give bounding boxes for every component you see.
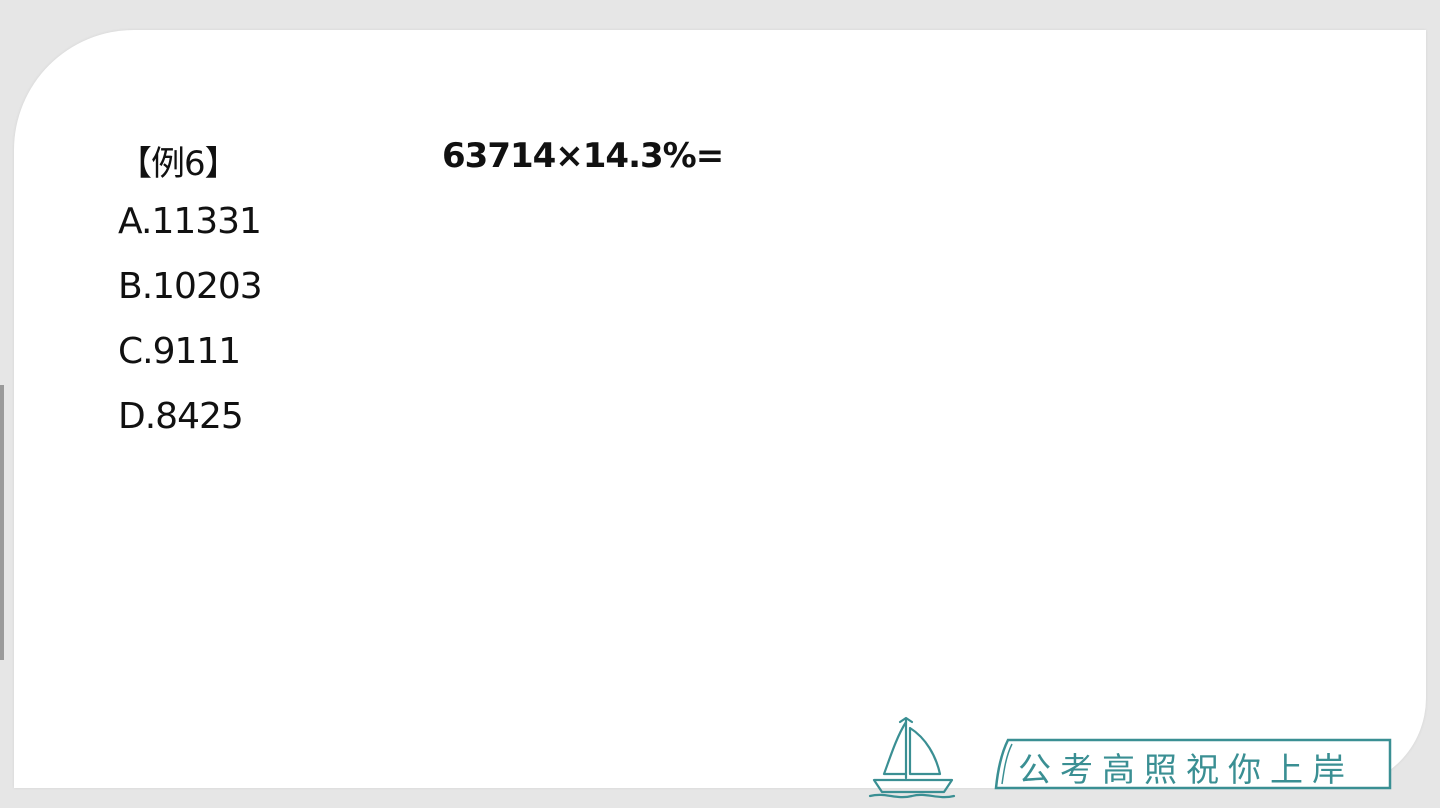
example-label: 【例6】 (118, 144, 239, 184)
video-frame: 【例6】 63714×14.3%= A.11331 B.10203 C.9111… (0, 0, 1440, 808)
question-equation: 63714×14.3%= (442, 136, 724, 176)
option-b: B.10203 (118, 266, 263, 307)
sailboat-icon (868, 716, 956, 799)
option-d: D.8425 (118, 396, 244, 437)
slogan-text: 公考高照祝你上岸 (1018, 750, 1354, 789)
option-a: A.11331 (118, 201, 262, 242)
option-c: C.9111 (118, 331, 241, 372)
left-edge-bar (0, 385, 4, 660)
